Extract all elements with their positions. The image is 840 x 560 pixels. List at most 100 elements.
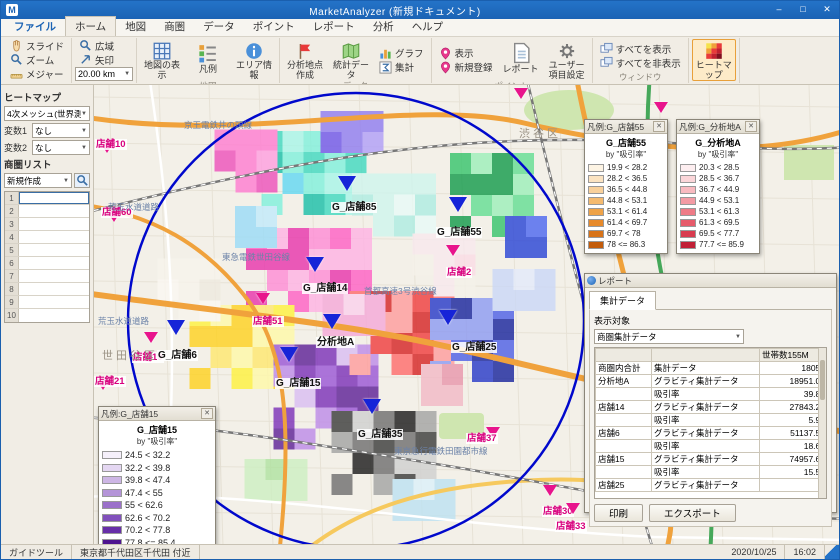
report-row[interactable]: 吸引率39.87 xyxy=(596,388,828,401)
g-store-marker[interactable] xyxy=(439,310,457,325)
maximize-button[interactable]: □ xyxy=(791,1,815,19)
report-cell: 吸引率 xyxy=(652,440,760,453)
store-marker[interactable] xyxy=(543,485,557,496)
close-icon[interactable]: ✕ xyxy=(653,121,665,132)
report-row[interactable]: 商圏内合計集計データ18054 xyxy=(596,362,828,375)
show-all-button[interactable]: すべてを表示 xyxy=(596,42,685,55)
close-icon[interactable]: ✕ xyxy=(745,121,757,132)
trade-area-cell[interactable] xyxy=(19,192,89,204)
tab-aggregate-data[interactable]: 集計データ xyxy=(589,291,656,310)
store-marker[interactable] xyxy=(446,245,460,256)
point-register-button[interactable]: 新規登録 xyxy=(435,61,497,74)
var2-select[interactable]: なし▼ xyxy=(32,140,90,155)
trade-area-cell[interactable] xyxy=(19,257,89,269)
scale-combo[interactable]: 20.00 km▼ xyxy=(75,67,133,81)
report-row[interactable]: 分析地Aグラビティ集計データ18951.09 xyxy=(596,375,828,388)
tab-分析[interactable]: 分析 xyxy=(364,17,403,36)
heatmap-toggle-button[interactable]: ヒートマップ xyxy=(692,39,736,81)
report-table[interactable]: 世帯数155M 商圏内合計集計データ18054分析地Aグラビティ集計データ189… xyxy=(594,347,827,499)
g-store-marker[interactable] xyxy=(323,314,341,329)
store-marker[interactable] xyxy=(144,332,158,343)
trade-area-cell[interactable] xyxy=(19,270,89,282)
var1-select[interactable]: なし▼ xyxy=(32,123,90,138)
store-marker[interactable] xyxy=(566,503,580,514)
g-store-marker[interactable] xyxy=(280,347,298,362)
legend-window-store55[interactable]: 凡例:G_店舗55✕ G_店舗55 by "吸引率" 19.9 < 28.228… xyxy=(584,119,668,254)
hide-all-button[interactable]: すべてを非表示 xyxy=(596,56,685,69)
report-row[interactable]: 吸引率18.62 xyxy=(596,440,828,453)
tab-レポート[interactable]: レポート xyxy=(304,17,364,36)
analysis-point-button[interactable]: 分析地点作成 xyxy=(283,39,327,81)
report-row[interactable]: 店舗25グラビティ集計データ xyxy=(596,479,828,492)
graph-button[interactable]: グラフ xyxy=(375,47,428,60)
mesh-select[interactable]: 4次メッシュ(世界測地系)▼ xyxy=(4,106,90,121)
tab-商圏[interactable]: 商圏 xyxy=(155,17,194,36)
report-row[interactable]: 吸引率5.98 xyxy=(596,414,828,427)
trade-area-row[interactable]: 6 xyxy=(5,257,89,270)
tab-ホーム[interactable]: ホーム xyxy=(65,16,116,36)
trade-area-row[interactable]: 7 xyxy=(5,270,89,283)
row-number: 8 xyxy=(5,283,19,295)
g-store-marker[interactable] xyxy=(338,176,356,191)
close-button[interactable]: ✕ xyxy=(815,1,839,19)
minimize-button[interactable]: – xyxy=(767,1,791,19)
trade-area-cell[interactable] xyxy=(19,218,89,230)
legend-window-store15[interactable]: 凡例:G_店舗15✕ G_店舗15 by "吸引率" 24.5 < 32.232… xyxy=(98,406,216,544)
tab-ポイント[interactable]: ポイント xyxy=(244,17,304,36)
trade-area-row[interactable]: 8 xyxy=(5,283,89,296)
search-button[interactable] xyxy=(74,173,90,188)
store-marker[interactable] xyxy=(514,88,528,99)
export-button[interactable]: エクスポート xyxy=(649,504,736,522)
store-marker[interactable] xyxy=(256,293,270,304)
zoom-button[interactable]: ズーム xyxy=(6,53,68,66)
print-button[interactable]: 印刷 xyxy=(594,504,643,522)
map-display-button[interactable]: 地図の表示 xyxy=(140,39,184,81)
area-info-button[interactable]: エリア情報 xyxy=(232,39,276,81)
trade-area-grid[interactable]: 12345678910 xyxy=(4,191,90,323)
user-settings-button[interactable]: ユーザー項目設定 xyxy=(545,39,589,81)
slide-button[interactable]: スライド xyxy=(6,39,68,52)
trade-area-row[interactable]: 9 xyxy=(5,296,89,309)
point-show-button[interactable]: 表示 xyxy=(435,47,497,60)
report-scrollbar[interactable] xyxy=(818,348,826,498)
trade-area-row[interactable]: 1 xyxy=(5,192,89,205)
trade-area-cell[interactable] xyxy=(19,231,89,243)
trade-area-cell[interactable] xyxy=(19,283,89,295)
tab-データ[interactable]: データ xyxy=(194,17,244,36)
g-store-marker[interactable] xyxy=(449,197,467,212)
stats-data-button[interactable]: 統計データ xyxy=(329,39,373,81)
trade-area-row[interactable]: 4 xyxy=(5,231,89,244)
trade-area-row[interactable]: 5 xyxy=(5,244,89,257)
arrow-button[interactable]: 矢印 xyxy=(75,53,133,66)
legend-window-analysis-a[interactable]: 凡例:G_分析地A✕ G_分析地A by "吸引率" 20.3 < 28.528… xyxy=(676,119,760,254)
trade-area-row[interactable]: 2 xyxy=(5,205,89,218)
g-store-marker[interactable] xyxy=(167,320,185,335)
resize-corner[interactable] xyxy=(825,545,839,559)
aggregate-button[interactable]: 集計 xyxy=(375,61,428,74)
tab-地図[interactable]: 地図 xyxy=(116,17,155,36)
trade-area-cell[interactable] xyxy=(19,244,89,256)
measure-button[interactable]: メジャー xyxy=(6,67,68,80)
legend-button[interactable]: 凡例 xyxy=(186,39,230,81)
wide-area-button[interactable]: 広域 xyxy=(75,39,133,52)
target-select[interactable]: 商圏集計データ▼ xyxy=(594,329,744,344)
guide-tool-status[interactable]: ガイドツール xyxy=(1,545,72,559)
point-report-button[interactable]: レポート xyxy=(499,39,543,81)
report-row[interactable]: 店舗14グラビティ集計データ27843.28 xyxy=(596,401,828,414)
trade-area-cell[interactable] xyxy=(19,296,89,308)
tab-ヘルプ[interactable]: ヘルプ xyxy=(403,17,453,36)
report-row[interactable]: 店舗15グラビティ集計データ74957.68 xyxy=(596,453,828,466)
trade-area-row[interactable]: 10 xyxy=(5,309,89,322)
store-marker[interactable] xyxy=(654,102,668,113)
report-row[interactable]: 吸引率15.55 xyxy=(596,466,828,479)
report-window[interactable]: レポート 集計データ 表示対象 商圏集計データ▼ 世帯数155M xyxy=(584,273,837,513)
trade-area-row[interactable]: 3 xyxy=(5,218,89,231)
trade-area-cell[interactable] xyxy=(19,205,89,217)
tab-ファイル[interactable]: ファイル xyxy=(5,17,65,36)
g-store-marker[interactable] xyxy=(306,257,324,272)
report-row[interactable]: 店舗6グラビティ集計データ51137.54 xyxy=(596,427,828,440)
g-store-marker[interactable] xyxy=(363,399,381,414)
trade-area-cell[interactable] xyxy=(19,309,89,322)
trade-area-select[interactable]: 新規作成▼ xyxy=(4,173,72,188)
close-icon[interactable]: ✕ xyxy=(201,408,213,419)
